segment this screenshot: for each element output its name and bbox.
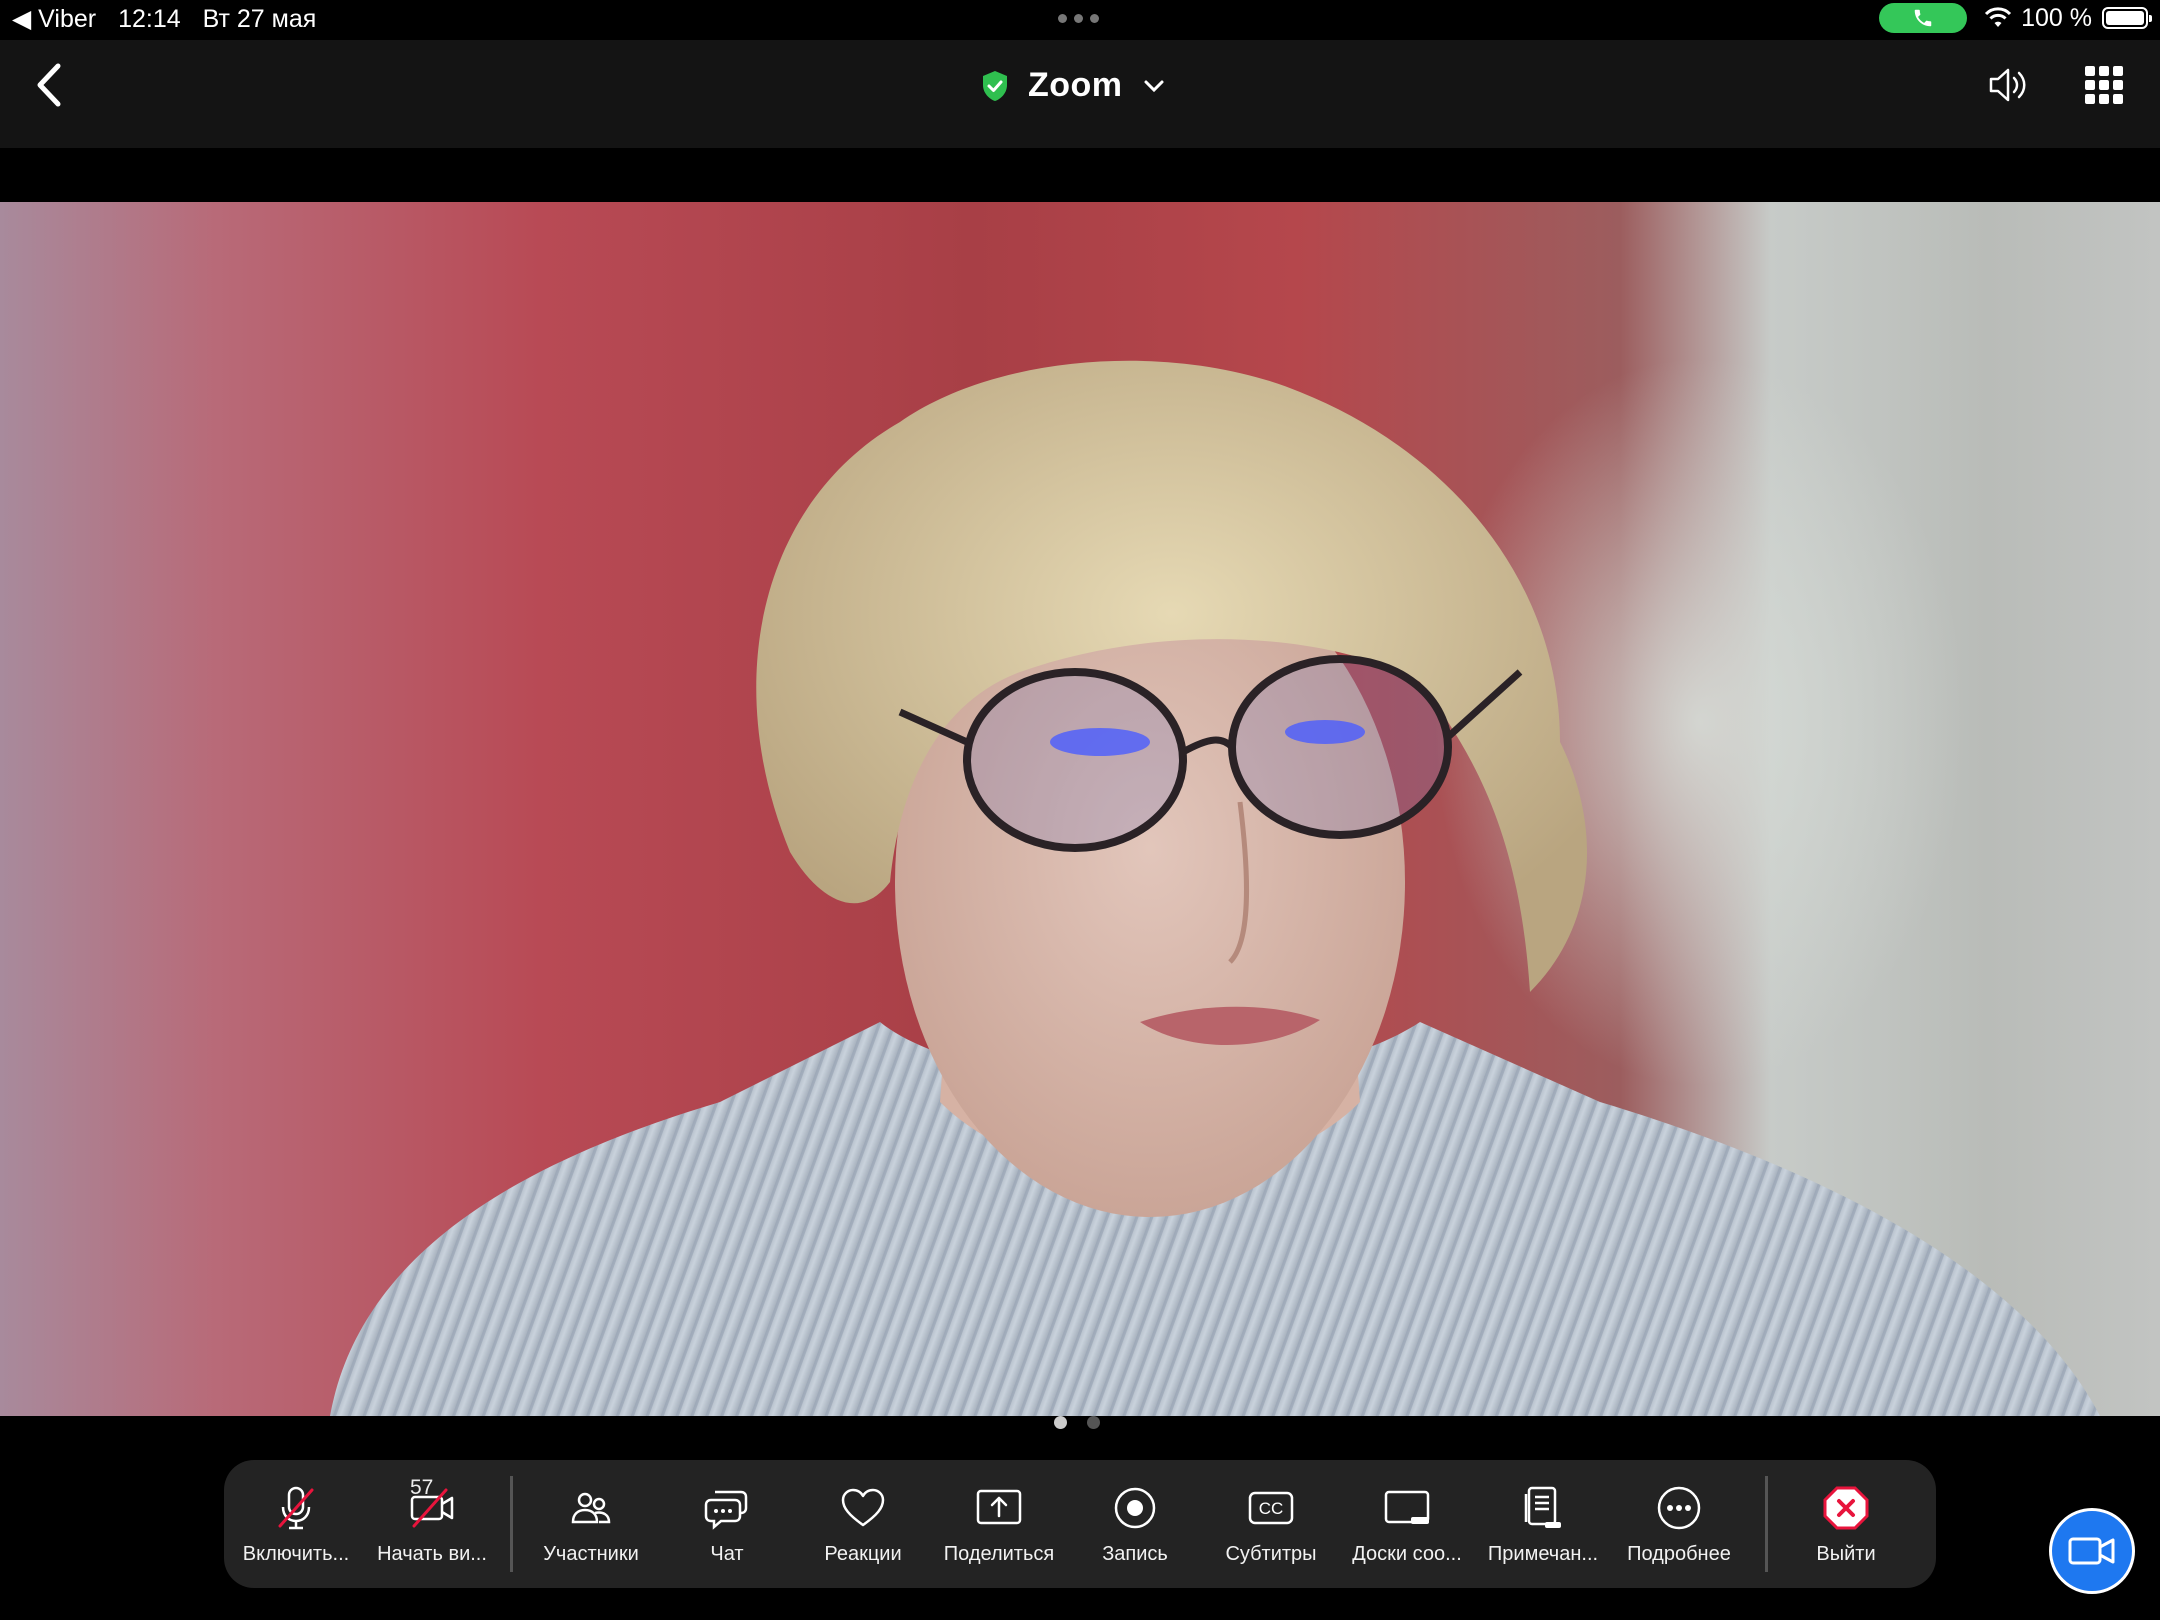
chat-icon [704,1490,748,1530]
closed-captions-icon: CC [1248,1491,1294,1525]
battery-icon [2102,7,2152,29]
chat-label: Чат [710,1543,744,1565]
page-dot-1[interactable] [1054,1416,1067,1429]
record-icon [1114,1487,1156,1529]
record-label: Запись [1102,1543,1168,1565]
more-dots-icon [1657,1486,1701,1530]
captions-button[interactable]: CC Субтитры [1203,1460,1339,1588]
self-video-button[interactable] [2049,1508,2135,1594]
more-label: Подробнее [1627,1543,1731,1565]
whiteboard-icon [1384,1490,1430,1524]
grid-icon[interactable] [2085,66,2123,104]
leave-x-icon [1823,1486,1869,1530]
chat-button[interactable]: Чат [659,1460,795,1588]
chevron-down-icon [1144,80,1164,92]
reactions-button[interactable]: Реакции [795,1460,931,1588]
toolbar-separator [1765,1476,1768,1572]
share-button[interactable]: Поделиться [931,1460,1067,1588]
toolbar-separator [510,1476,513,1572]
back-chevron-icon[interactable] [28,60,72,110]
participants-count-badge: 57 [410,1476,434,1499]
page-indicator[interactable] [1054,1416,1100,1429]
meeting-title-button[interactable]: Zoom [980,66,1165,105]
meeting-title: Zoom [1028,66,1123,104]
share-label: Поделиться [943,1543,1055,1565]
multitasking-dots-icon[interactable] [1058,14,1099,23]
heart-icon [841,1488,885,1527]
unmute-label: Включить... [242,1543,350,1565]
camera-icon [2068,1537,2115,1565]
participants-button[interactable]: Участники [523,1460,659,1588]
speaker-video-image [330,360,2100,1416]
whiteboards-label: Доски соо... [1352,1543,1462,1565]
captions-label: Субтитры [1225,1543,1317,1565]
page-dot-2[interactable] [1087,1416,1100,1429]
participants-label: Участники [543,1543,639,1565]
battery-percent: 100 % [2021,3,2092,32]
wifi-icon [1985,7,2012,27]
notes-icon [1524,1486,1561,1528]
more-button[interactable]: Подробнее [1611,1460,1747,1588]
phone-icon [1914,9,1932,27]
share-screen-icon [976,1489,1022,1525]
mic-muted-icon [278,1486,314,1530]
leave-label: Выйти [1816,1543,1876,1565]
active-call-indicator[interactable] [1879,3,1968,33]
leave-button[interactable]: Выйти [1778,1460,1914,1588]
meeting-toolbar: Включить... Начать ви... Участники Чат Р… [224,1460,1936,1588]
svg-text:CC: CC [1259,1499,1284,1518]
status-time: 12:14 [118,4,181,33]
shield-check-icon [983,70,1007,101]
speaker-icon[interactable] [1985,62,2031,108]
status-date: Вт 27 мая [202,4,317,33]
status-right: 100 % [1879,3,2152,33]
whiteboards-button[interactable]: Доски соо... [1339,1460,1475,1588]
participant-video[interactable] [0,202,2160,1416]
status-bar: ◀ Viber 12:14 Вт 27 мая 100 % [0,0,2160,40]
start-video-label: Начать ви... [377,1543,487,1565]
unmute-button[interactable]: Включить... [228,1460,364,1588]
reactions-label: Реакции [824,1543,902,1565]
meeting-header: Zoom [0,40,2160,148]
notes-label: Примечан... [1487,1543,1599,1565]
back-to-app-link[interactable]: ◀ Viber [12,4,96,34]
participants-icon [571,1492,611,1524]
status-left: ◀ Viber 12:14 Вт 27 мая [12,4,338,34]
record-button[interactable]: Запись [1067,1460,1203,1588]
notes-button[interactable]: Примечан... [1475,1460,1611,1588]
